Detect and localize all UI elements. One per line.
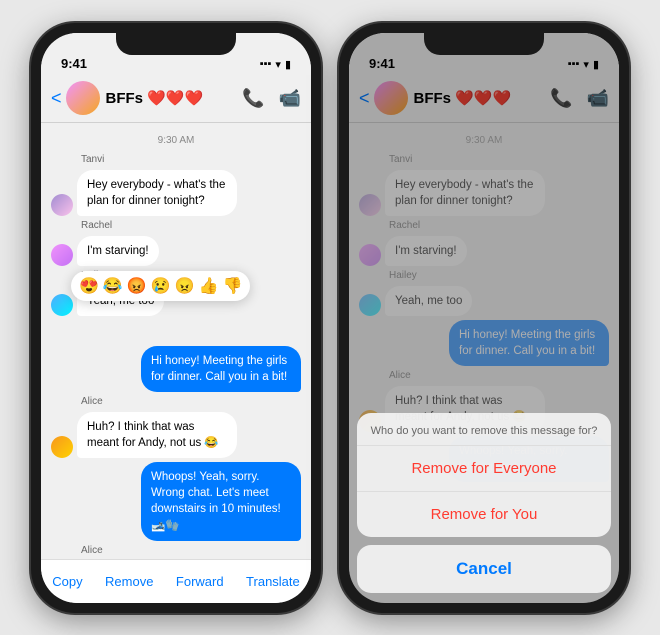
msg-row-tanvi-1: Hey everybody - what's the plan for dinn… bbox=[51, 170, 301, 216]
battery-icon-1: ▮ bbox=[285, 58, 291, 71]
messages-area-1: 9:30 AM Tanvi Hey everybody - what's the… bbox=[41, 123, 311, 559]
signal-icon-1: ▪▪▪ bbox=[260, 58, 272, 70]
cancel-button[interactable]: Cancel bbox=[357, 545, 611, 593]
avatar-rachel-1 bbox=[51, 244, 73, 266]
wifi-icon-1: ▾ bbox=[275, 58, 281, 71]
forward-button[interactable]: Forward bbox=[176, 574, 224, 589]
status-time-1: 9:41 bbox=[61, 56, 87, 71]
reaction-thumbsdown-icon[interactable]: 👎 bbox=[223, 276, 243, 296]
reaction-angry-icon[interactable]: 😡 bbox=[127, 276, 147, 296]
phone-1: 9:41 ▪▪▪ ▾ ▮ < BFFs ❤️❤️❤️ 📞 📹 9:30 bbox=[31, 23, 321, 613]
status-icons-1: ▪▪▪ ▾ ▮ bbox=[260, 58, 291, 71]
sheet-options: Who do you want to remove this message f… bbox=[357, 413, 611, 537]
video-icon-1[interactable]: 📹 bbox=[279, 88, 301, 109]
phone-frame-2: 9:41 ▪▪▪ ▾ ▮ < BFFs ❤️❤️❤️ 📞 📹 9:30 bbox=[339, 23, 629, 613]
msg-row-out2-1: Whoops! Yeah, sorry. Wrong chat. Let's m… bbox=[51, 462, 301, 540]
screen-1: 9:41 ▪▪▪ ▾ ▮ < BFFs ❤️❤️❤️ 📞 📹 9:30 bbox=[41, 33, 311, 603]
screen-2: 9:41 ▪▪▪ ▾ ▮ < BFFs ❤️❤️❤️ 📞 📹 9:30 bbox=[349, 33, 619, 603]
reaction-cry-icon[interactable]: 😢 bbox=[151, 276, 171, 296]
remove-button[interactable]: Remove bbox=[105, 574, 153, 589]
timestamp-1: 9:30 AM bbox=[51, 135, 301, 146]
chat-header-1: < BFFs ❤️❤️❤️ 📞 📹 bbox=[41, 75, 311, 123]
action-sheet-overlay: Who do you want to remove this message f… bbox=[349, 33, 619, 603]
reaction-bar-1[interactable]: 😍 😂 😡 😢 😠 👍 👎 bbox=[71, 271, 250, 301]
remove-for-you-option[interactable]: Remove for You bbox=[357, 492, 611, 537]
sender-tanvi-1: Tanvi bbox=[81, 154, 301, 165]
msg-row-alice1-1: Huh? I think that was meant for Andy, no… bbox=[51, 412, 301, 458]
back-button-1[interactable]: < bbox=[51, 88, 62, 109]
reaction-laugh-icon[interactable]: 😂 bbox=[103, 276, 123, 296]
reaction-grr-icon[interactable]: 😠 bbox=[175, 276, 195, 296]
copy-button[interactable]: Copy bbox=[52, 574, 82, 589]
reaction-thumbsup-icon[interactable]: 👍 bbox=[199, 276, 219, 296]
notch-1 bbox=[116, 33, 236, 55]
avatar-alice1-1 bbox=[51, 436, 73, 458]
remove-everyone-option[interactable]: Remove for Everyone bbox=[357, 446, 611, 492]
sender-alice1-1: Alice bbox=[81, 396, 301, 407]
translate-button[interactable]: Translate bbox=[246, 574, 300, 589]
sender-alice2-1: Alice bbox=[81, 545, 301, 556]
sheet-title: Who do you want to remove this message f… bbox=[357, 413, 611, 446]
bubble-alice1-1: Huh? I think that was meant for Andy, no… bbox=[77, 412, 237, 458]
bubble-out2-1: Whoops! Yeah, sorry. Wrong chat. Let's m… bbox=[141, 462, 301, 540]
phone-frame-1: 9:41 ▪▪▪ ▾ ▮ < BFFs ❤️❤️❤️ 📞 📹 9:30 bbox=[31, 23, 321, 613]
sender-rachel-1: Rachel bbox=[81, 220, 301, 231]
phone-2: 9:41 ▪▪▪ ▾ ▮ < BFFs ❤️❤️❤️ 📞 📹 9:30 bbox=[339, 23, 629, 613]
bubble-tanvi-1: Hey everybody - what's the plan for dinn… bbox=[77, 170, 237, 216]
group-avatar-1 bbox=[66, 81, 100, 115]
bubble-out1-1: Hi honey! Meeting the girls for dinner. … bbox=[141, 346, 301, 392]
action-bar-1: Copy Remove Forward Translate bbox=[41, 559, 311, 603]
bubble-rachel-1: I'm starving! bbox=[77, 236, 159, 266]
reaction-love-icon[interactable]: 😍 bbox=[79, 276, 99, 296]
notch-2 bbox=[424, 33, 544, 55]
phone-icon-1[interactable]: 📞 bbox=[242, 88, 264, 109]
avatar-tanvi-1 bbox=[51, 194, 73, 216]
avatar-hailey-1 bbox=[51, 294, 73, 316]
chat-title-1: BFFs ❤️❤️❤️ bbox=[106, 89, 243, 107]
msg-row-rachel-1: I'm starving! bbox=[51, 236, 301, 266]
header-action-icons-1: 📞 📹 bbox=[242, 88, 301, 109]
msg-row-out1-1: Hi honey! Meeting the girls for dinner. … bbox=[51, 346, 301, 392]
